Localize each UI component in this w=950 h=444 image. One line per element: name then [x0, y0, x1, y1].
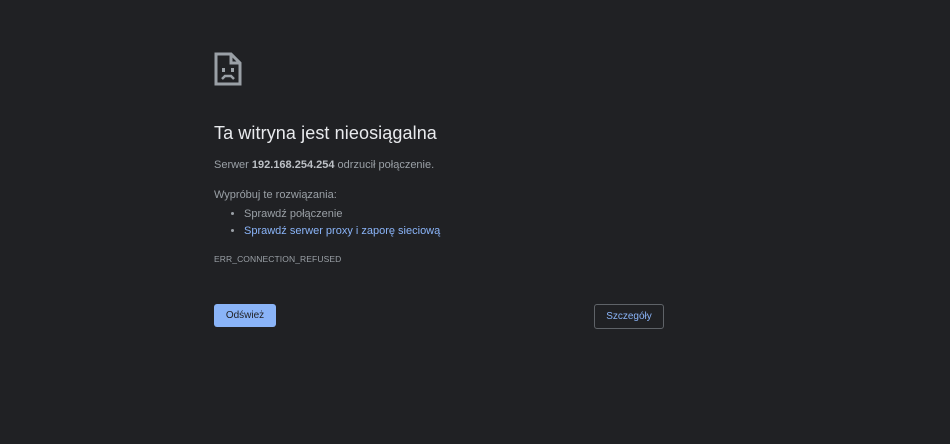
error-code: ERR_CONNECTION_REFUSED: [214, 254, 342, 264]
suggestion-check-proxy: Sprawdź serwer proxy i zaporę sieciową: [244, 223, 664, 240]
summary-suffix: odrzucił połączenie.: [334, 159, 435, 171]
error-page: Ta witryna jest nieosiągalna Serwer 192.…: [0, 0, 950, 444]
sad-page-icon: [214, 52, 242, 86]
server-address: 192.168.254.254: [251, 159, 335, 171]
suggestions-list: Sprawdź połączenie Sprawdź serwer proxy …: [214, 206, 664, 240]
reload-button[interactable]: Odśwież: [214, 304, 276, 327]
details-button[interactable]: Szczegóły: [594, 304, 664, 329]
suggestions-header: Wypróbuj te rozwiązania:: [214, 189, 337, 201]
check-proxy-link[interactable]: Sprawdź serwer proxy i zaporę sieciową: [244, 225, 440, 237]
page-title: Ta witryna jest nieosiągalna: [214, 123, 437, 143]
summary-prefix: Serwer: [214, 159, 252, 171]
error-summary: Serwer 192.168.254.254 odrzucił połączen…: [214, 158, 664, 172]
suggestion-check-connection: Sprawdź połączenie: [244, 206, 664, 223]
error-content: Ta witryna jest nieosiągalna Serwer 192.…: [214, 52, 664, 265]
